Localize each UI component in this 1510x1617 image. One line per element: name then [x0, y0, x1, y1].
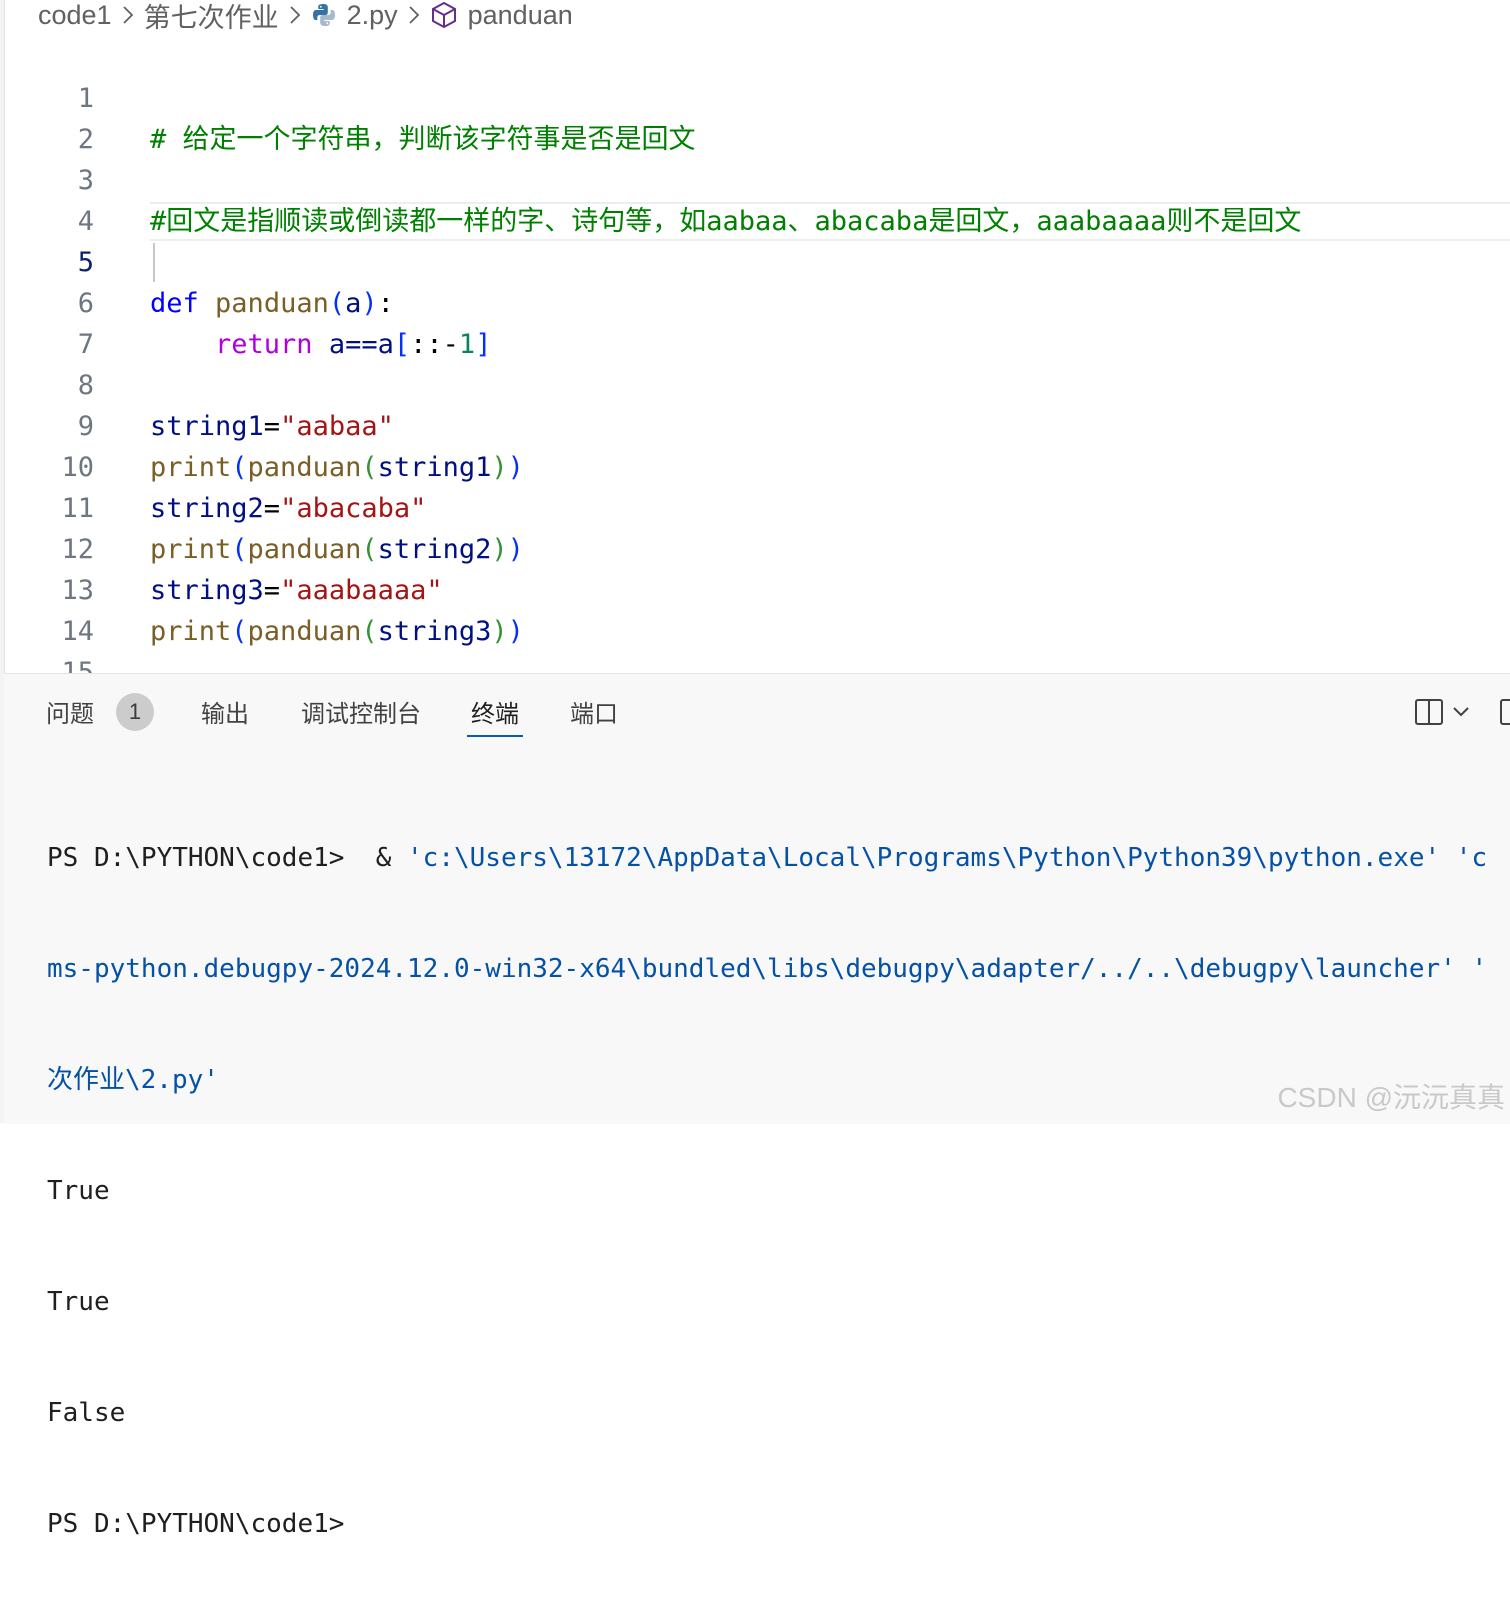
terminal-output-line: False: [47, 1398, 126, 1428]
code-line: 11 print(panduan(string2)): [4, 447, 1510, 565]
breadcrumb: code1 第七次作业 2.py panduan: [38, 0, 573, 33]
code-line: 10 string2="abacaba": [4, 406, 1510, 524]
problems-count-badge: 1: [116, 693, 154, 731]
chevron-down-icon[interactable]: [1451, 702, 1471, 726]
symbol-method-icon: [430, 1, 458, 29]
terminal-output-line: True: [47, 1176, 110, 1206]
code-line: 12 string3="aaabaaaa": [4, 488, 1510, 606]
terminal-line: PS D:\PYTHON\code1> & 'c:\Users\13172\Ap…: [47, 840, 1487, 877]
code-line: 15: [4, 611, 1510, 688]
terminal-prompt: PS D:\PYTHON\code1>: [47, 1509, 345, 1539]
code-line: 9 print(panduan(string1)): [4, 365, 1510, 483]
code-line: 3 #回文是指顺读或倒读都一样的字、诗句等，如aabaa、abacaba是回文，…: [4, 119, 1510, 237]
active-tab-indicator: [467, 735, 523, 737]
code-line-active: 5 def panduan(a):: [4, 201, 1510, 319]
terminal-output-line: True: [47, 1287, 110, 1317]
code-line: 4: [4, 160, 1510, 237]
code-line: 13 print(panduan(string3)): [4, 529, 1510, 647]
watermark: CSDN @沅沅真真: [1277, 1082, 1505, 1113]
terminal-output[interactable]: PS D:\PYTHON\code1> & 'c:\Users\13172\Ap…: [47, 766, 1487, 1617]
chevron-right-icon: [121, 4, 135, 26]
tab-problems[interactable]: 问题: [46, 698, 94, 732]
tab-terminal[interactable]: 终端: [471, 698, 519, 732]
breadcrumb-item-folder[interactable]: code1: [38, 0, 112, 31]
code-line: 2: [4, 78, 1510, 155]
code-line: 1 # 给定一个字符串，判断该字符事是否是回文: [4, 37, 1510, 155]
terminal-line: 次作业\2.py': [47, 1065, 219, 1095]
code-line: 14: [4, 570, 1510, 647]
chevron-right-icon: [407, 4, 421, 26]
maximize-panel-icon[interactable]: [1498, 696, 1510, 732]
code-editor[interactable]: 1 # 给定一个字符串，判断该字符事是否是回文 2 3 #回文是指顺读或倒读都一…: [4, 37, 1510, 688]
python-file-icon: [311, 2, 337, 28]
terminal-prompt: PS D:\PYTHON\code1> &: [47, 843, 408, 873]
tab-ports[interactable]: 端口: [570, 698, 618, 732]
tab-output[interactable]: 输出: [201, 698, 249, 732]
breadcrumb-item-symbol[interactable]: panduan: [468, 0, 573, 31]
breadcrumb-item-file[interactable]: 2.py: [347, 0, 398, 31]
panel-tab-bar: 问题 1 输出 调试控制台 终端 端口: [4, 674, 1510, 752]
tab-debug-console[interactable]: 调试控制台: [301, 698, 421, 732]
code-line: 7: [4, 283, 1510, 360]
chevron-right-icon: [288, 4, 302, 26]
split-terminal-icon[interactable]: [1413, 696, 1445, 732]
code-line: 6 return a==a[::-1]: [4, 242, 1510, 360]
breadcrumb-item-subfolder[interactable]: 第七次作业: [144, 0, 279, 35]
code-line: 8 string1="aabaa": [4, 324, 1510, 442]
terminal-command: 'c:\Users\13172\AppData\Local\Programs\P…: [407, 843, 1488, 873]
terminal-line: ms-python.debugpy-2024.12.0-win32-x64\bu…: [47, 954, 1488, 984]
bottom-panel: 问题 1 输出 调试控制台 终端 端口 PS D:\PYTHON\code1> …: [4, 673, 1510, 1539]
